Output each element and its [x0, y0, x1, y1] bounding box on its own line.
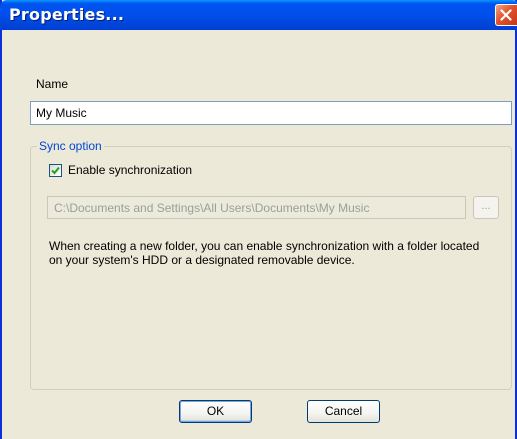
cancel-button[interactable]: Cancel — [307, 400, 380, 423]
sync-path-input — [47, 196, 466, 219]
enable-sync-checkbox[interactable] — [49, 164, 62, 177]
close-button[interactable] — [495, 4, 517, 26]
sync-option-label: Sync option — [37, 139, 104, 153]
sync-description: When creating a new folder, you can enab… — [49, 239, 480, 267]
title-bar[interactable]: Properties... — [0, 0, 517, 30]
name-input[interactable] — [30, 101, 512, 125]
checkmark-icon — [51, 166, 60, 175]
ok-button[interactable]: OK — [179, 400, 252, 423]
properties-dialog: Properties... Name Sync option Enable sy… — [0, 0, 517, 439]
browse-button: ... — [473, 196, 499, 219]
window-title: Properties... — [9, 5, 125, 24]
sync-option-group — [30, 146, 512, 390]
name-label: Name — [36, 77, 69, 91]
close-icon — [500, 9, 512, 21]
enable-sync-label[interactable]: Enable synchronization — [68, 163, 192, 177]
